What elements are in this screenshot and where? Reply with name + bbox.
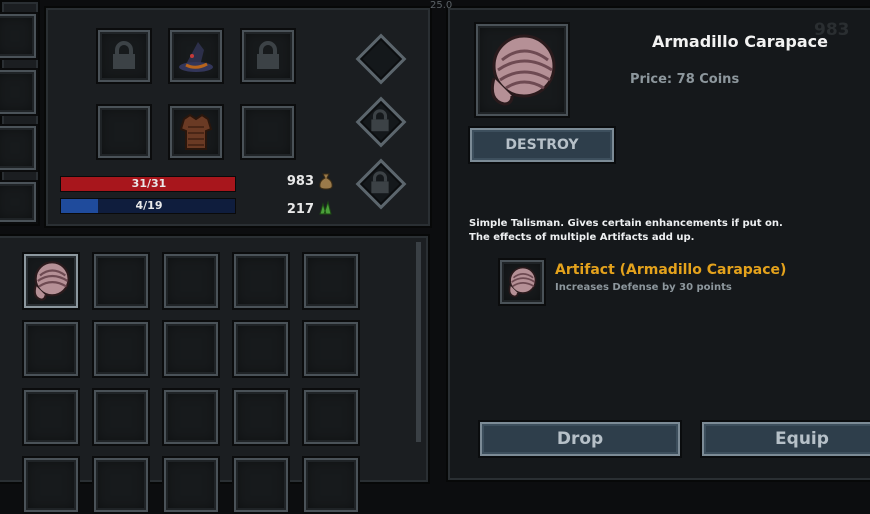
inventory-slot[interactable] [22,388,80,446]
equip-slot-empty-1[interactable] [96,104,152,160]
inventory-panel [0,234,430,514]
equip-slot-armor[interactable] [168,104,224,160]
artifact-icon-slot [498,258,546,306]
inventory-slot[interactable] [302,388,360,446]
equip-button[interactable]: Equip [700,420,870,458]
inventory-slot[interactable] [302,252,360,310]
item-preview-slot [474,22,570,118]
inventory-slot[interactable] [232,456,290,514]
top-counter: 983 [814,20,850,40]
inventory-slot[interactable] [92,388,150,446]
ring-slot-locked-1[interactable] [355,96,407,148]
inventory-slot[interactable] [22,252,80,310]
hp-bar: 31/31 [60,176,236,192]
artifact-name: Artifact (Armadillo Carapace) [555,262,787,278]
inventory-slot[interactable] [162,320,220,378]
side-slot-3[interactable] [0,124,38,172]
mana-bar: 4/19 [60,198,236,214]
ring-slot-1[interactable] [355,33,407,85]
coin-count: 983 [286,174,314,189]
equip-slot-hat[interactable] [168,28,224,84]
inventory-slot[interactable] [92,456,150,514]
side-slot-2[interactable] [0,68,38,116]
item-price: Price: 78 Coins [630,72,740,87]
item-detail-panel: 25.0 Armadillo Carapace Price: 78 Coins … [430,0,870,482]
inventory-slot[interactable] [232,252,290,310]
item-description-2: The effects of multiple Artifacts add up… [469,232,695,243]
gem-count: 217 [286,202,314,217]
inventory-slot[interactable] [232,320,290,378]
inventory-slot[interactable] [162,388,220,446]
side-slot-column [0,0,40,226]
armadillo-shell-icon [33,261,70,301]
mana-value: 4/19 [135,199,163,212]
side-slot-4[interactable] [0,180,38,224]
lock-icon [371,109,389,132]
lock-icon [113,41,135,69]
equip-slot-locked-2[interactable] [240,28,296,84]
lock-icon [257,41,279,69]
item-description-1: Simple Talisman. Gives certain enhanceme… [469,218,783,229]
equip-slot-empty-2[interactable] [240,104,296,160]
drop-button[interactable]: Drop [478,420,682,458]
wizard-hat-icon [179,42,213,72]
inventory-slot[interactable] [92,252,150,310]
inventory-slot[interactable] [232,388,290,446]
inventory-slot[interactable] [22,456,80,514]
armadillo-shell-icon [508,266,537,298]
side-slot-1[interactable] [0,12,38,60]
top-label: 25.0 [430,0,453,11]
inventory-slot[interactable] [302,456,360,514]
inventory-slot[interactable] [92,320,150,378]
lock-icon [371,171,389,194]
inventory-slot[interactable] [162,456,220,514]
leather-armor-icon [179,113,213,150]
artifact-effect: Increases Defense by 30 points [555,282,732,293]
destroy-button[interactable]: DESTROY [468,126,616,164]
gem-cluster-icon [319,200,332,215]
inventory-slot[interactable] [302,320,360,378]
armadillo-shell-icon [490,34,556,106]
ring-slot-locked-2[interactable] [355,158,407,210]
equipment-panel: 31/31 4/19 983 217 [44,6,432,228]
coin-bag-icon [319,173,333,190]
inventory-slot[interactable] [162,252,220,310]
inventory-slot[interactable] [22,320,80,378]
inventory-grid [22,252,362,514]
equip-slot-locked-1[interactable] [96,28,152,84]
hp-value: 31/31 [131,177,167,190]
inventory-scrollbar[interactable] [416,242,421,442]
